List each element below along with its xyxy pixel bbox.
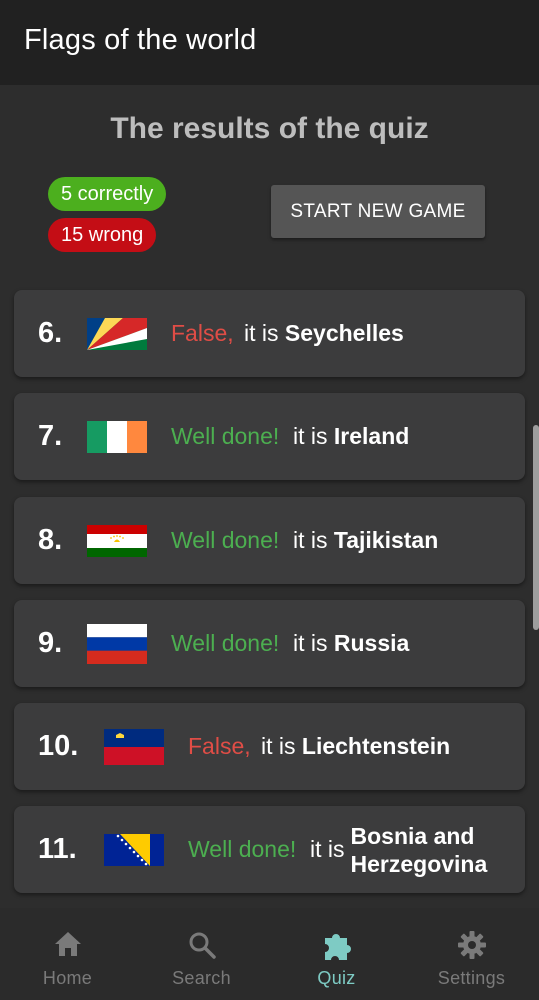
- search-icon: [189, 932, 216, 959]
- answer-card[interactable]: 7. Well done! it is Ireland: [14, 393, 525, 480]
- answer-prefix: it is: [293, 630, 328, 656]
- answer-country: Russia: [333, 630, 410, 656]
- answer-card[interactable]: 11. Well done! it is Bosnia and Herzegovi…: [14, 806, 525, 893]
- wrong-count-badge: 15 wrong: [48, 218, 157, 252]
- answer-number: 7.: [38, 420, 63, 452]
- answer-text: it is Russia: [293, 600, 409, 687]
- answer-verdict: Well done!: [188, 836, 297, 862]
- nav-search-label: Search: [172, 968, 231, 988]
- app-bar: Flags of the world: [0, 0, 539, 85]
- answer-card[interactable]: 6. False, it is Seychelles: [14, 290, 525, 377]
- russia-flag-icon: [87, 624, 147, 664]
- answer-prefix: it is: [310, 836, 345, 862]
- home-icon: [54, 932, 81, 956]
- answer-number: 10.: [38, 730, 79, 762]
- nav-quiz[interactable]: Quiz: [269, 908, 404, 1000]
- start-new-game-button[interactable]: START NEW GAME: [271, 185, 485, 238]
- liechtenstein-flag-icon: [104, 729, 164, 765]
- nav-search[interactable]: Search: [134, 908, 269, 1000]
- answer-card[interactable]: 9. Well done! it is Russia: [14, 600, 525, 687]
- tajikistan-flag-icon: [87, 525, 147, 557]
- answer-card[interactable]: 10. False, it is Liechtenstein: [14, 703, 525, 790]
- answer-card[interactable]: 8. Well done! it is Tajikistan: [14, 497, 525, 584]
- answer-prefix: it is: [261, 733, 296, 759]
- answer-number: 8.: [38, 524, 63, 556]
- nav-settings-label: Settings: [437, 968, 506, 988]
- answer-text: it is Ireland: [293, 393, 409, 480]
- answer-country: Liechtenstein: [301, 733, 451, 759]
- answer-country: Tajikistan: [333, 527, 439, 553]
- answer-verdict: False,: [188, 733, 251, 759]
- results-title: The results of the quiz: [110, 112, 429, 145]
- answer-number: 9.: [38, 627, 63, 659]
- bottom-navigation: Home Search Quiz Settings: [0, 908, 539, 1000]
- nav-home[interactable]: Home: [0, 908, 135, 1000]
- answer-prefix: it is: [293, 423, 328, 449]
- answer-prefix: it is: [293, 527, 328, 553]
- answer-country: Bosnia and Herzegovina: [350, 822, 488, 877]
- nav-quiz-label: Quiz: [317, 968, 356, 988]
- answer-country: Seychelles: [284, 320, 404, 346]
- answer-prefix: it is: [244, 320, 279, 346]
- app-title: Flags of the world: [24, 24, 257, 56]
- answer-text: it is Liechtenstein: [261, 703, 450, 790]
- gear-icon: [457, 931, 486, 959]
- nav-home-label: Home: [42, 968, 93, 988]
- bosnia-flag-icon: [104, 834, 164, 866]
- answer-verdict: Well done!: [171, 423, 280, 449]
- answer-number: 11.: [38, 833, 77, 865]
- answer-verdict: False,: [171, 320, 234, 346]
- seychelles-flag-icon: [87, 318, 147, 350]
- scrollbar[interactable]: [533, 425, 539, 630]
- answer-text: it is Seychelles: [244, 290, 404, 377]
- answer-number: 6.: [38, 317, 63, 349]
- puzzle-icon: [324, 934, 351, 960]
- answer-text: it is Bosnia and Herzegovina: [310, 806, 501, 893]
- answer-verdict: Well done!: [171, 630, 280, 656]
- answer-country: Ireland: [333, 423, 410, 449]
- ireland-flag-icon: [87, 421, 147, 453]
- answer-text: it is Tajikistan: [293, 497, 438, 584]
- nav-settings[interactable]: Settings: [404, 908, 539, 1000]
- answer-verdict: Well done!: [171, 527, 280, 553]
- correct-count-badge: 5 correctly: [48, 177, 167, 211]
